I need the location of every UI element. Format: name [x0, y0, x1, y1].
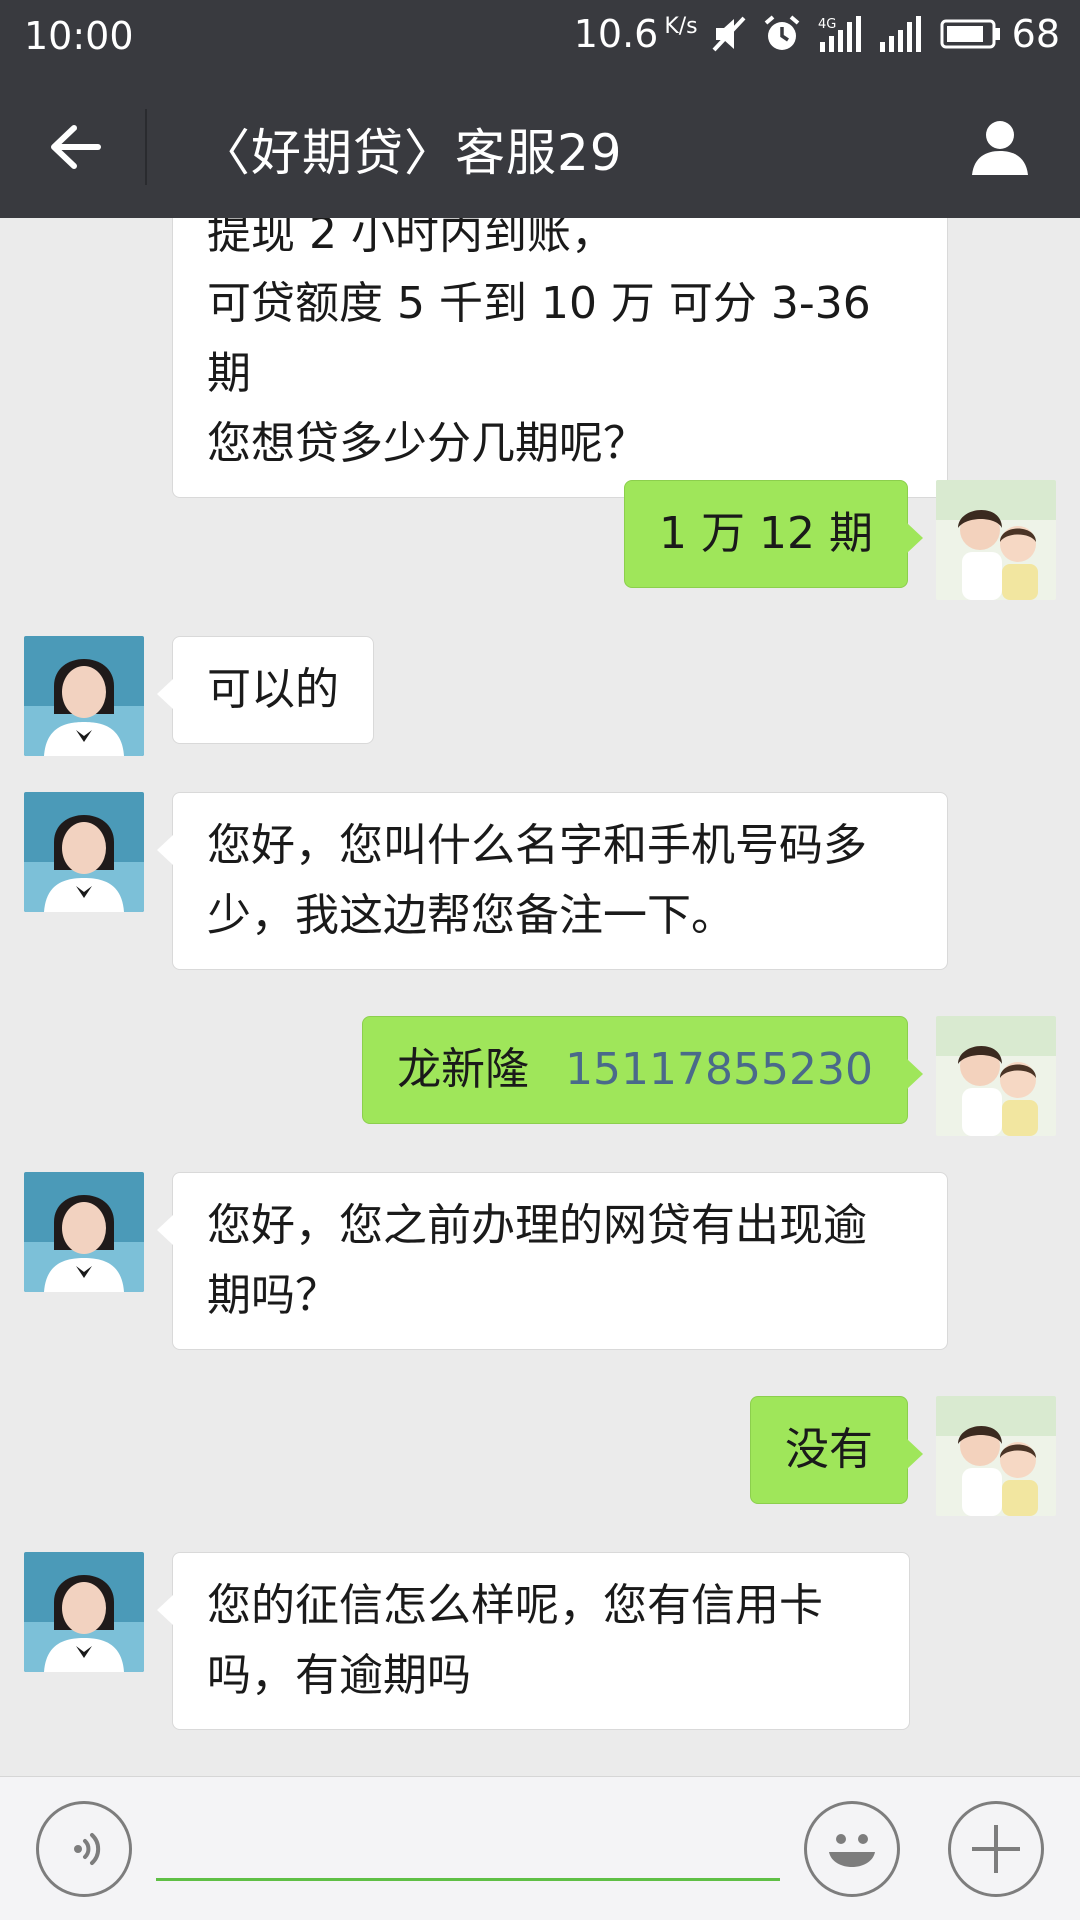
user-avatar[interactable]: [936, 480, 1056, 600]
message-line: 可贷额度 5 千到 10 万 可分 3-36 期: [207, 278, 871, 399]
agent-avatar[interactable]: [24, 792, 144, 912]
status-icons: 10.6 K/s 4G 68: [574, 12, 1060, 56]
more-button[interactable]: [948, 1801, 1044, 1897]
message-bubble-outgoing[interactable]: 没有: [750, 1396, 923, 1504]
message-line: 您想贷多少分几期呢？: [207, 418, 647, 469]
agent-avatar[interactable]: [24, 1172, 144, 1292]
status-bar: 10:00 10.6 K/s 4G 68: [0, 0, 1080, 75]
message-bubble-outgoing[interactable]: 龙新隆 15117855230: [362, 1016, 923, 1124]
smiley-icon: [829, 1834, 875, 1867]
back-button[interactable]: [40, 117, 110, 177]
voice-button[interactable]: [36, 1801, 132, 1897]
network-speed-unit: K/s: [664, 14, 698, 39]
user-avatar[interactable]: [936, 1016, 1056, 1136]
message-text: 可以的: [207, 664, 339, 715]
arrow-left-icon: [51, 125, 101, 169]
message-bubble-incoming[interactable]: 可以的: [157, 636, 374, 744]
message-bubble-incoming[interactable]: 您的征信怎么样呢，您有信用卡 吗，有逾期吗: [157, 1552, 910, 1730]
alarm-icon: [762, 14, 802, 54]
message-line: 您的征信怎么样呢，您有信用卡: [207, 1580, 823, 1631]
message-text-name: 龙新隆: [397, 1044, 530, 1095]
message-line: 您好，您之前办理的网贷有出现逾: [207, 1200, 867, 1251]
phone-number-link[interactable]: 15117855230: [565, 1044, 873, 1095]
signal-4g-icon: 4G: [816, 14, 864, 54]
profile-button[interactable]: [960, 107, 1040, 187]
agent-avatar[interactable]: [24, 636, 144, 756]
message-line: 少，我这边帮您备注一下。: [207, 890, 735, 941]
plus-icon: [972, 1825, 1020, 1873]
message-line: 期吗？: [207, 1270, 339, 1321]
message-bubble-incoming[interactable]: 您好，您之前办理的网贷有出现逾 期吗？: [157, 1172, 948, 1350]
message-line: 吗，有逾期吗: [207, 1650, 471, 1701]
battery-level: 68: [1011, 12, 1060, 56]
message-text: 没有: [785, 1424, 873, 1475]
mute-icon: [712, 14, 748, 54]
message-bubble-outgoing[interactable]: 1 万 12 期: [624, 480, 923, 588]
person-icon: [972, 121, 1028, 175]
message-line: 您好，您叫什么名字和手机号码多: [207, 820, 867, 871]
voice-icon: [74, 1833, 101, 1865]
signal-icon: [878, 14, 926, 54]
chat-area[interactable]: 提现 2 小时内到账， 可贷额度 5 千到 10 万 可分 3-36 期 您想贷…: [0, 218, 1080, 1776]
message-line: 提现 2 小时内到账，: [207, 218, 615, 259]
emoji-button[interactable]: [804, 1801, 900, 1897]
user-avatar[interactable]: [936, 1396, 1056, 1516]
network-speed-value: 10.6: [573, 12, 659, 56]
chat-screen: 10:00 10.6 K/s 4G 68 〈好期贷〉客服29 提现 2 小时内到…: [0, 0, 1080, 1920]
network-speed: 10.6 K/s: [574, 12, 698, 56]
chat-title: 〈好期贷〉客服29: [200, 124, 623, 182]
title-bar: 〈好期贷〉客服29: [0, 75, 1080, 218]
message-text: 1 万 12 期: [659, 508, 873, 559]
agent-avatar[interactable]: [24, 1552, 144, 1672]
svg-text:4G: 4G: [818, 17, 836, 32]
message-bubble-incoming[interactable]: 您好，您叫什么名字和手机号码多 少，我这边帮您备注一下。: [157, 792, 948, 970]
title-divider: [145, 109, 147, 185]
battery-indicator: 68: [940, 12, 1060, 56]
message-input[interactable]: [156, 1817, 780, 1881]
battery-icon: [940, 19, 1000, 49]
message-bubble-incoming[interactable]: 提现 2 小时内到账， 可贷额度 5 千到 10 万 可分 3-36 期 您想贷…: [172, 218, 948, 498]
input-bar: [0, 1776, 1080, 1920]
status-time: 10:00: [24, 14, 134, 58]
